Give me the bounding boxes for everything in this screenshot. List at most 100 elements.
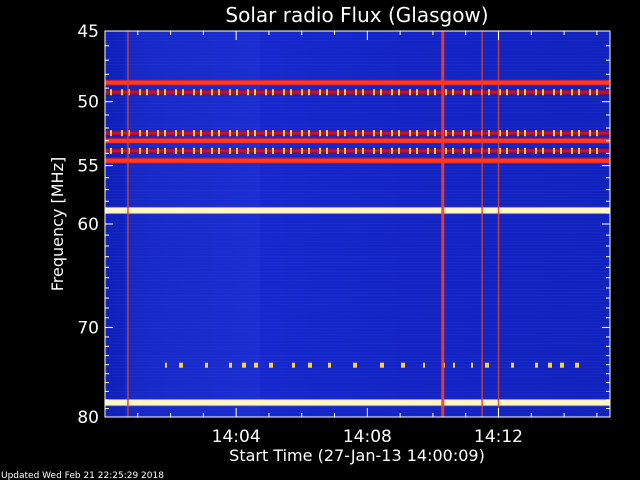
band-speck	[254, 147, 256, 154]
band-speck	[452, 89, 454, 96]
band-speck	[175, 89, 177, 96]
sporadic-burst	[165, 362, 167, 368]
band-speck	[121, 147, 123, 154]
x-tick-label: 14:04	[212, 427, 261, 447]
band-speck	[362, 89, 364, 96]
sporadic-burst	[292, 362, 295, 368]
sporadic-burst	[535, 362, 538, 368]
band-speck	[200, 89, 202, 96]
y-tick-label: 55	[77, 157, 99, 177]
band-speck	[193, 130, 195, 137]
band-speck	[182, 147, 184, 154]
band-speck	[524, 130, 526, 137]
band-speck	[499, 89, 501, 96]
band-speck	[229, 89, 231, 96]
band-core	[105, 80, 610, 85]
sporadic-burst	[254, 362, 258, 368]
band-speck	[193, 89, 195, 96]
band-speck	[373, 130, 375, 137]
x-tick-label: 14:12	[474, 427, 523, 447]
band-speck	[146, 147, 148, 154]
updated-timestamp: Updated Wed Feb 21 22:25:29 2018	[1, 471, 164, 480]
sporadic-burst	[453, 362, 455, 368]
interference-band	[105, 137, 610, 144]
band-speck	[326, 147, 328, 154]
band-speck	[398, 130, 400, 137]
band-speck	[326, 130, 328, 137]
band-speck	[229, 147, 231, 154]
band-speck	[542, 130, 544, 137]
band-speck	[391, 130, 393, 137]
sporadic-burst	[548, 362, 552, 368]
band-speck	[182, 89, 184, 96]
band-speck	[110, 147, 112, 154]
band-speck	[121, 130, 123, 137]
band-speck	[589, 147, 591, 154]
band-speck	[110, 130, 112, 137]
band-speck	[409, 89, 411, 96]
band-speck	[272, 147, 274, 154]
band-speck	[164, 89, 166, 96]
band-speck	[391, 89, 393, 96]
band-speck	[506, 130, 508, 137]
band-speck	[380, 130, 382, 137]
band-speck	[175, 130, 177, 137]
sporadic-burst	[575, 362, 579, 368]
band-speck	[319, 89, 321, 96]
interference-band	[105, 206, 610, 214]
band-speck	[560, 130, 562, 137]
band-speck	[434, 130, 436, 137]
band-speck	[254, 89, 256, 96]
chart-title: Solar radio Flux (Glasgow)	[225, 3, 488, 27]
band-speck	[236, 130, 238, 137]
band-speck	[434, 89, 436, 96]
band-speck	[517, 147, 519, 154]
interference-band	[105, 130, 610, 137]
band-speck	[409, 147, 411, 154]
band-core	[105, 90, 610, 94]
band-speck	[362, 147, 364, 154]
band-speck	[499, 147, 501, 154]
band-speck	[319, 147, 321, 154]
sporadic-burst	[560, 362, 564, 368]
sporadic-burst	[511, 362, 514, 368]
band-speck	[416, 147, 418, 154]
band-speck	[427, 89, 429, 96]
interference-band	[105, 157, 610, 164]
sporadic-burst	[401, 362, 405, 368]
band-speck	[391, 147, 393, 154]
band-speck	[344, 130, 346, 137]
band-speck	[434, 147, 436, 154]
radio-burst	[441, 31, 445, 417]
band-speck	[229, 130, 231, 137]
spectrogram-figure: Solar radio Flux (Glasgow) 455055607080 …	[1, 3, 611, 480]
band-speck	[308, 89, 310, 96]
sporadic-burst	[485, 362, 489, 368]
band-speck	[247, 147, 249, 154]
band-speck	[571, 89, 573, 96]
band-speck	[290, 89, 292, 96]
band-speck	[211, 130, 213, 137]
band-speck	[596, 89, 598, 96]
band-speck	[139, 130, 141, 137]
band-speck	[452, 130, 454, 137]
band-speck	[337, 147, 339, 154]
interference-band	[105, 399, 610, 407]
band-speck	[535, 130, 537, 137]
band-speck	[524, 89, 526, 96]
band-speck	[337, 89, 339, 96]
band-speck	[182, 130, 184, 137]
y-tick-label: 60	[77, 215, 99, 235]
band-speck	[265, 147, 267, 154]
band-speck	[283, 130, 285, 137]
band-speck	[301, 89, 303, 96]
band-speck	[578, 130, 580, 137]
band-speck	[290, 147, 292, 154]
sporadic-burst	[242, 362, 246, 368]
sporadic-burst	[328, 362, 331, 368]
y-axis-label: Frequency [MHz]	[48, 157, 67, 291]
band-speck	[445, 147, 447, 154]
band-speck	[470, 130, 472, 137]
band-speck	[362, 130, 364, 137]
band-speck	[416, 130, 418, 137]
